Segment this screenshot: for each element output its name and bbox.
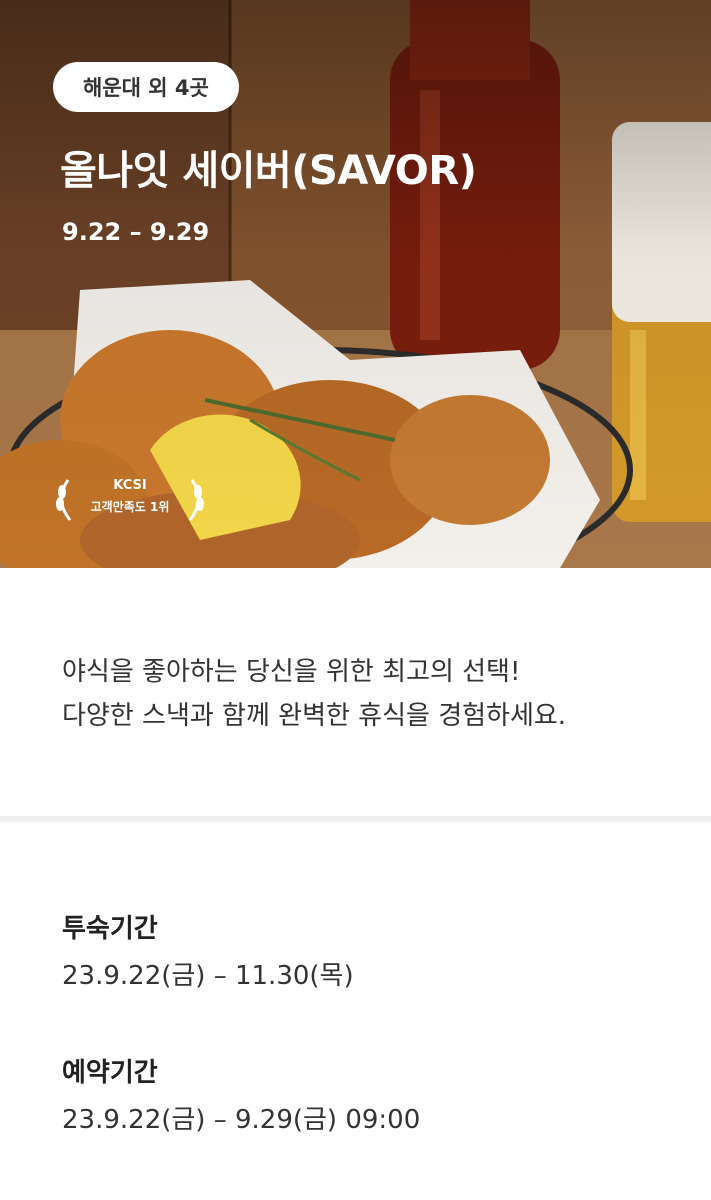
description-line: 야식을 좋아하는 당신을 위한 최고의 선택! — [62, 657, 521, 687]
booking-period-value: 23.9.22(금) – 9.29(금) 09:00 — [62, 1105, 421, 1135]
page-title: 올나잇 세이버(SAVOR) — [60, 148, 477, 194]
event-description: 야식을 좋아하는 당신을 위한 최고의 선택! 다양한 스낵과 함께 완벽한 휴… — [62, 650, 662, 738]
stay-period-section: 투숙기간 23.9.22(금) – 11.30(목) — [62, 908, 354, 992]
event-dates: 9.22 – 9.29 — [62, 218, 210, 246]
location-badge: 해운대 외 4곳 — [53, 62, 239, 112]
section-divider — [0, 816, 711, 822]
stay-period-label: 투숙기간 — [62, 914, 158, 944]
badge-subtitle: 고객만족도 1위 — [90, 500, 170, 514]
hero-banner: 해운대 외 4곳 올나잇 세이버(SAVOR) 9.22 – 9.29 KCSI… — [0, 0, 711, 568]
kcsi-award-badge: KCSI 고객만족도 1위 — [50, 470, 210, 530]
booking-period-section: 예약기간 23.9.22(금) – 9.29(금) 09:00 — [62, 1052, 420, 1136]
description-line: 다양한 스낵과 함께 완벽한 휴식을 경험하세요. — [62, 701, 567, 731]
booking-period-label: 예약기간 — [62, 1058, 158, 1088]
stay-period-value: 23.9.22(금) – 11.30(목) — [62, 961, 354, 991]
badge-title: KCSI — [113, 478, 147, 493]
